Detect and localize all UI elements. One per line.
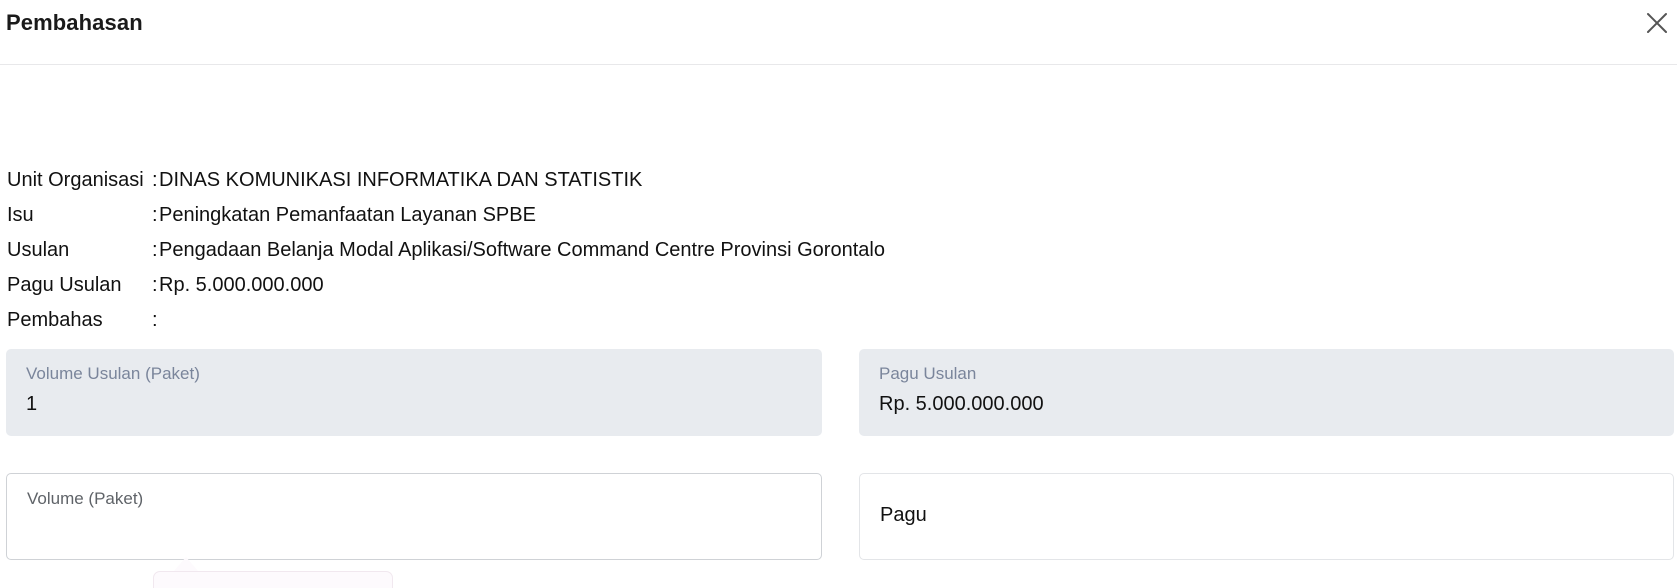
info-value: DINAS KOMUNIKASI INFORMATIKA DAN STATIST… — [159, 169, 643, 191]
popover-arrow — [174, 557, 198, 571]
info-separator: : — [152, 239, 158, 261]
dialog-header: Pembahasan — [0, 0, 1677, 65]
info-value: Peningkatan Pemanfaatan Layanan SPBE — [159, 204, 536, 226]
pagu-usulan-value: Rp. 5.000.000.000 — [879, 393, 1044, 415]
info-label: Pembahas — [7, 309, 103, 331]
volume-usulan-value: 1 — [26, 393, 38, 415]
pagu-placeholder: Pagu — [880, 504, 927, 526]
info-label: Isu — [7, 204, 34, 226]
info-value: Rp. 5.000.000.000 — [159, 274, 324, 296]
popover — [153, 571, 393, 588]
info-label: Usulan — [7, 239, 70, 261]
volume-usulan-field: Volume Usulan (Paket) 1 — [6, 349, 822, 436]
info-separator: : — [152, 204, 158, 226]
info-label: Unit Organisasi — [7, 169, 144, 191]
pagu-usulan-field: Pagu Usulan Rp. 5.000.000.000 — [859, 349, 1674, 436]
info-value: Pengadaan Belanja Modal Aplikasi/Softwar… — [159, 239, 885, 261]
pagu-field[interactable]: Pagu — [859, 473, 1674, 560]
volume-label: Volume (Paket) — [27, 489, 144, 508]
close-icon — [1647, 13, 1667, 33]
info-row-isu: Isu : Peningkatan Pemanfaatan Layanan SP… — [7, 198, 885, 233]
pagu-usulan-label: Pagu Usulan — [879, 364, 977, 383]
pembahasan-dialog: Pembahasan Unit Organisasi : DINAS KOMUN… — [0, 0, 1677, 588]
info-row-pembahas: Pembahas : — [7, 303, 885, 338]
proposal-info: Unit Organisasi : DINAS KOMUNIKASI INFOR… — [7, 163, 885, 338]
info-row-usulan: Usulan : Pengadaan Belanja Modal Aplikas… — [7, 233, 885, 268]
info-separator: : — [152, 309, 158, 331]
dialog-title: Pembahasan — [6, 10, 143, 35]
volume-field[interactable]: Volume (Paket) — [6, 473, 822, 560]
info-separator: : — [152, 169, 158, 191]
volume-usulan-label: Volume Usulan (Paket) — [26, 364, 200, 383]
info-row-unit-organisasi: Unit Organisasi : DINAS KOMUNIKASI INFOR… — [7, 163, 885, 198]
close-button[interactable] — [1644, 10, 1670, 36]
info-label: Pagu Usulan — [7, 274, 122, 296]
info-separator: : — [152, 274, 158, 296]
info-row-pagu-usulan: Pagu Usulan : Rp. 5.000.000.000 — [7, 268, 885, 303]
